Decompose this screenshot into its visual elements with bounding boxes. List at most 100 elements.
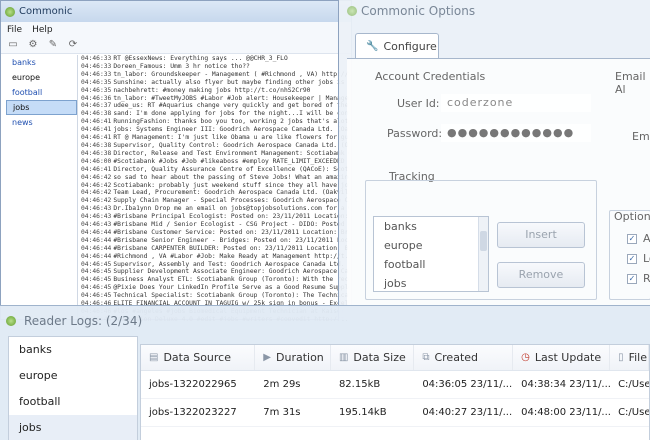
tab-configure[interactable]: 🔧 Configure: [355, 33, 439, 59]
log-message: nachbehrett: #money making jobs http://t…: [113, 86, 311, 94]
table-cell: C:/Users/: [618, 379, 649, 390]
log-message: RT @ Management: I'm just like Obama u a…: [113, 134, 349, 142]
log-message: Team Lead, Procurement: Goodrich Aerospa…: [113, 189, 349, 197]
refresh-icon[interactable]: ⟳: [67, 39, 79, 51]
log-line: 04:46:41 RunningFashion: thanks boo you t…: [81, 118, 349, 126]
table-cell: 04:36:05 23/11/...: [422, 379, 513, 390]
password-field[interactable]: ●●●●●●●●●●●●: [441, 124, 591, 142]
feed-item-banks[interactable]: banks: [6, 55, 77, 70]
edit-pencil-icon[interactable]: ✎: [47, 39, 59, 51]
tracking-feed-item[interactable]: banks: [374, 217, 488, 236]
column-header-last-update[interactable]: ◷ Last Update: [513, 345, 611, 370]
menu-help[interactable]: Help: [32, 25, 53, 35]
feed-list-scrollbar[interactable]: [478, 217, 488, 291]
feed-item-football[interactable]: football: [6, 85, 77, 100]
feed-item-news[interactable]: news: [6, 115, 77, 130]
options-window: Commonic Options 🔧 Configure Account Cre…: [338, 0, 650, 320]
log-timestamp: 04:46:44: [81, 236, 112, 244]
password-label: Password:: [387, 127, 443, 140]
log-message: jobs: Systems Engineer III: Goodrich Aer…: [113, 126, 349, 134]
log-message: RunningFashion: thanks boo you too, work…: [113, 118, 349, 126]
menu-file[interactable]: File: [7, 25, 22, 35]
insert-button[interactable]: Insert: [497, 222, 585, 248]
log-timestamp: 04:46:42: [81, 181, 112, 189]
option-checkbox-a[interactable]: ✓: [627, 234, 637, 244]
log-message: @Pixie Does Your LinkedIn Profile Serve …: [113, 284, 349, 292]
log-message: Supplier Development Associate Engineer:…: [113, 268, 349, 276]
app-icon: [6, 316, 16, 326]
log-message: #Brisbane Customer Service: Posted on: 2…: [113, 228, 349, 236]
log-timestamp: 04:46:33: [81, 70, 112, 78]
log-message: #Brisbane Mid / Senior Ecologist - CSG P…: [113, 221, 349, 229]
log-line: 04:46:35 nachbehrett: #money making jobs …: [81, 87, 349, 95]
log-timestamp: 04:46:44: [81, 244, 112, 252]
column-header-duration[interactable]: ▶ Duration: [255, 345, 331, 370]
log-line: 04:46:41 Director, Quality Assurance Cent…: [81, 166, 349, 174]
log-timestamp: 04:46:41: [81, 134, 112, 142]
feed-item-jobs[interactable]: jobs: [6, 100, 77, 115]
tracking-feed-item[interactable]: jobs: [374, 274, 488, 291]
data-size-icon: ▥: [338, 352, 349, 363]
log-area: 04:46:33 RT @EssexNews: Everything says .…: [81, 55, 349, 321]
tracking-feed-item[interactable]: europe: [374, 236, 488, 255]
data-source-icon: ▤: [149, 352, 159, 363]
log-timestamp: 04:46:38: [81, 149, 112, 157]
tracking-feed-list[interactable]: banks europe football jobs: [373, 216, 489, 292]
log-message: #Scotiabank #Jobs #Job #likeaboss #emplo…: [113, 157, 345, 165]
log-line: 04:46:41 RT @ Management: I'm just like O…: [81, 134, 349, 142]
log-timestamp: 04:46:41: [81, 165, 112, 173]
options-label: Options: [614, 210, 650, 223]
wrench-icon: 🔧: [366, 41, 379, 52]
log-line: 04:46:00 #Scotiabank #Jobs #Job #likeabos…: [81, 158, 349, 166]
log-message: #Brisbane Senior Engineer - Bridges: Pos…: [113, 236, 349, 244]
column-header-data-source[interactable]: ▤ Data Source: [141, 345, 256, 370]
column-header-created[interactable]: ⧉ Created: [414, 345, 514, 370]
log-line: 04:46:38 Director, Release and Test Envir…: [81, 150, 349, 158]
table-header: ▤ Data Source ▶ Duration ▥ Data Size ⧉ Created ◷…: [141, 345, 649, 371]
log-message: tn_labor: #TweetMyJOBS #Labor #Job alert…: [113, 94, 349, 102]
log-line: 04:46:38 sand: I'm done applying for jobs…: [81, 110, 349, 118]
log-message: Supervisor, Assembly and Test: Goodrich …: [113, 260, 349, 268]
table-cell: 04:48:00 23/11/...: [521, 407, 611, 418]
log-line: 04:46:44 #Brisbane CARPENTER BUILDER: Pos…: [81, 245, 349, 253]
table-row[interactable]: jobs-1322023227 7m 31s 195.14kB 04:40:27 23…: [141, 399, 649, 427]
option-checkbox-lo[interactable]: ✓: [627, 254, 637, 264]
log-timestamp: 04:46:45: [81, 260, 112, 268]
file-path-icon: ▯: [618, 352, 624, 363]
last-update-icon: ◷: [521, 352, 530, 363]
reader-feed-banks[interactable]: banks: [9, 337, 137, 363]
user-id-label: User Id:: [397, 97, 440, 110]
log-message: Dr.Iba1ynn Drop me an email on jobs@topj…: [113, 205, 349, 213]
reader-feed-jobs[interactable]: jobs: [9, 415, 137, 440]
email-alerts-label: Email Al: [615, 70, 646, 96]
log-message: Director, Release and Test Environment M…: [113, 149, 349, 157]
log-timestamp: 04:46:44: [81, 228, 112, 236]
user-id-field[interactable]: coderzone: [441, 94, 591, 112]
tracking-feed-item[interactable]: football: [374, 255, 488, 274]
log-line: 04:46:42 Team Lead, Procurement: Goodrich…: [81, 189, 349, 197]
log-line: 04:46:37 udee_us: RT #Aquarius change ver…: [81, 102, 349, 110]
table-row[interactable]: jobs-1322022965 2m 29s 82.15kB 04:36:05 23/…: [141, 371, 649, 399]
log-timestamp: 04:46:38: [81, 141, 112, 149]
reader-logs-table: ▤ Data Source ▶ Duration ▥ Data Size ⧉ Created ◷…: [140, 344, 650, 440]
app-icon: [347, 5, 357, 16]
scrollbar-thumb[interactable]: [480, 231, 487, 251]
log-line: 04:46:44 #Brisbane Senior Engineer - Brid…: [81, 237, 349, 245]
log-timestamp: 04:46:00: [81, 157, 112, 165]
tab-configure-label: Configure: [383, 40, 437, 53]
log-message: Doreen_Famous: Umm 3 hr notice tho??: [113, 62, 250, 70]
reader-feed-europe[interactable]: europe: [9, 363, 137, 389]
feed-list: banks europe football jobs news: [6, 55, 78, 321]
option-checkbox-r[interactable]: ✓: [627, 274, 637, 284]
settings-gear-icon[interactable]: ⚙: [27, 39, 39, 51]
reader-feed-football[interactable]: football: [9, 389, 137, 415]
column-header-file-pa[interactable]: ▯ File Pa: [610, 345, 649, 370]
app-icon: [5, 6, 15, 17]
column-header-data-size[interactable]: ▥ Data Size: [331, 345, 415, 370]
new-document-icon[interactable]: ▭: [7, 39, 19, 51]
options-title-bar: Commonic Options: [339, 0, 650, 21]
remove-button[interactable]: Remove: [497, 262, 585, 288]
log-timestamp: 04:46:43: [81, 205, 112, 213]
log-timestamp: 04:46:43: [81, 213, 112, 221]
feed-item-europe[interactable]: europe: [6, 70, 77, 85]
